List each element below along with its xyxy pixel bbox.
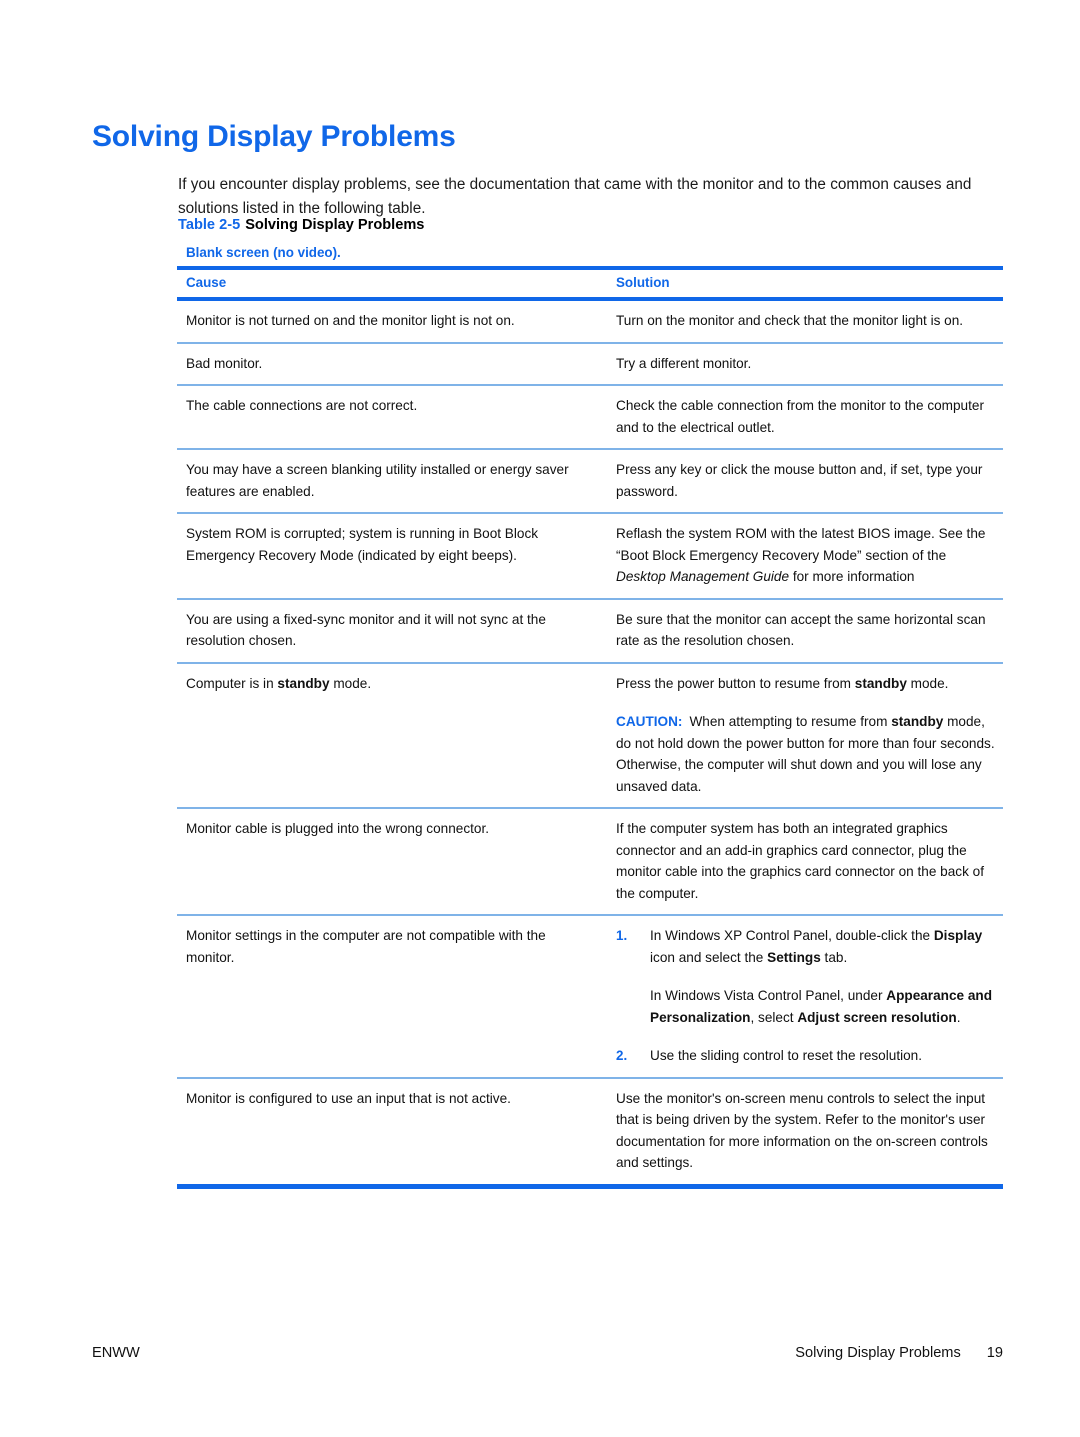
solution-text: Be sure that the monitor can accept the … bbox=[616, 611, 986, 649]
solution-steps-list: 1. In Windows XP Control Panel, double-c… bbox=[616, 925, 999, 1067]
solution-text: Check the cable connection from the moni… bbox=[616, 398, 984, 435]
step-text: In Windows Vista Control Panel, under Ap… bbox=[650, 985, 999, 1028]
cell-solution: Turn on the monitor and check that the m… bbox=[597, 301, 1003, 342]
footer-right: Solving Display Problems 19 bbox=[795, 1345, 1003, 1361]
table-caption: Table 2-5 Solving Display Problems bbox=[178, 217, 424, 233]
column-header-cause: Cause bbox=[186, 275, 227, 290]
solution-text-segment: mode. bbox=[906, 675, 949, 691]
cell-cause: Monitor is not turned on and the monitor… bbox=[177, 301, 597, 342]
solution-text-segment: for more information bbox=[789, 569, 915, 584]
caution-emphasis: standby bbox=[891, 714, 944, 729]
table-row: Monitor settings in the computer are not… bbox=[177, 916, 1003, 1077]
table-bottom-rule bbox=[177, 1183, 1003, 1189]
caution-note: CAUTION: When attempting to resume from s… bbox=[616, 711, 999, 797]
list-marker: 1. bbox=[616, 928, 628, 943]
cause-text: Computer is in standby mode. bbox=[186, 673, 583, 695]
solution-text: Use the monitor's on-screen menu control… bbox=[616, 1090, 988, 1171]
page-footer: ENWW Solving Display Problems 19 bbox=[92, 1345, 1003, 1361]
table-subtitle: Blank screen (no video). bbox=[186, 245, 341, 260]
step-text-segment: . bbox=[956, 1009, 961, 1025]
list-item-body: Use the sliding control to reset the res… bbox=[650, 1045, 999, 1067]
cause-text: System ROM is corrupted; system is runni… bbox=[186, 526, 539, 563]
caution-label: CAUTION: bbox=[616, 714, 683, 729]
footer-page-number: 19 bbox=[986, 1345, 1003, 1361]
solution-emphasis: standby bbox=[854, 675, 907, 691]
cell-solution: Be sure that the monitor can accept the … bbox=[597, 600, 1003, 662]
solution-text: Try a different monitor. bbox=[616, 355, 752, 371]
cause-text-segment: mode. bbox=[329, 675, 372, 691]
cell-solution: Reflash the system ROM with the latest B… bbox=[597, 514, 1003, 598]
cell-solution: Use the monitor's on-screen menu control… bbox=[597, 1079, 1003, 1184]
cell-cause: The cable connections are not correct. bbox=[177, 386, 597, 427]
display-problems-table: Blank screen (no video). Cause Solution … bbox=[177, 245, 1003, 1189]
cell-solution: Check the cable connection from the moni… bbox=[597, 386, 1003, 448]
cell-cause: You may have a screen blanking utility i… bbox=[177, 450, 597, 512]
cell-solution: Press any key or click the mouse button … bbox=[597, 450, 1003, 512]
solution-text: Reflash the system ROM with the latest B… bbox=[616, 523, 999, 588]
cell-solution: Press the power button to resume from st… bbox=[597, 664, 1003, 808]
cause-text: Monitor is configured to use an input th… bbox=[186, 1090, 511, 1106]
table-header-row: Cause Solution bbox=[177, 270, 1003, 297]
table-row: You are using a fixed-sync monitor and i… bbox=[177, 600, 1003, 662]
cause-text: You are using a fixed-sync monitor and i… bbox=[186, 611, 546, 649]
table-row: System ROM is corrupted; system is runni… bbox=[177, 514, 1003, 598]
solution-text-segment: Reflash the system ROM with the latest B… bbox=[616, 526, 986, 563]
cause-text: Monitor cable is plugged into the wrong … bbox=[186, 821, 490, 836]
cause-text: Monitor settings in the computer are not… bbox=[186, 928, 546, 965]
cell-cause: Computer is in standby mode. bbox=[177, 664, 597, 705]
cause-emphasis: standby bbox=[277, 675, 330, 691]
solution-text: If the computer system has both an integ… bbox=[616, 821, 985, 901]
footer-locale: ENWW bbox=[92, 1345, 140, 1361]
step-text-segment: , select bbox=[750, 1009, 798, 1025]
cell-cause: System ROM is corrupted; system is runni… bbox=[177, 514, 597, 576]
cell-solution: If the computer system has both an integ… bbox=[597, 809, 1003, 914]
list-item-body: In Windows XP Control Panel, double-clic… bbox=[650, 925, 999, 1028]
solution-text-segment: Press the power button to resume from bbox=[616, 675, 855, 691]
step-text: In Windows XP Control Panel, double-clic… bbox=[650, 925, 999, 968]
table-row: Monitor is not turned on and the monitor… bbox=[177, 301, 1003, 342]
step-text: Use the sliding control to reset the res… bbox=[650, 1048, 923, 1063]
table-row: The cable connections are not correct. C… bbox=[177, 386, 1003, 448]
cell-cause: Monitor settings in the computer are not… bbox=[177, 916, 597, 978]
list-item: 2. Use the sliding control to reset the … bbox=[616, 1045, 999, 1067]
cause-text: Bad monitor. bbox=[186, 355, 263, 371]
solution-text: Press any key or click the mouse button … bbox=[616, 462, 983, 499]
cell-cause: Monitor cable is plugged into the wrong … bbox=[177, 809, 597, 850]
step-text-segment: icon and select the bbox=[650, 949, 768, 965]
cause-text-segment: Computer is in bbox=[186, 675, 278, 691]
page-title: Solving Display Problems bbox=[92, 120, 456, 154]
table-caption-title: Solving Display Problems bbox=[245, 217, 425, 233]
step-emphasis: Adjust screen resolution bbox=[797, 1009, 957, 1025]
cell-solution: 1. In Windows XP Control Panel, double-c… bbox=[597, 916, 1003, 1077]
cell-cause: Monitor is configured to use an input th… bbox=[177, 1079, 597, 1120]
cause-text: Monitor is not turned on and the monitor… bbox=[186, 313, 515, 328]
document-page: Solving Display Problems If you encounte… bbox=[0, 0, 1080, 1437]
caution-text-segment: When attempting to resume from bbox=[689, 714, 892, 729]
step-emphasis: Settings bbox=[767, 949, 821, 965]
cell-solution: Try a different monitor. bbox=[597, 344, 1003, 385]
cell-cause: Bad monitor. bbox=[177, 344, 597, 385]
intro-paragraph: If you encounter display problems, see t… bbox=[178, 176, 972, 218]
table-row: Computer is in standby mode. Press the p… bbox=[177, 664, 1003, 808]
cause-text: The cable connections are not correct. bbox=[186, 398, 418, 413]
step-emphasis: Display bbox=[933, 928, 983, 943]
solution-text: Turn on the monitor and check that the m… bbox=[616, 313, 964, 328]
solution-text: Press the power button to resume from st… bbox=[616, 673, 999, 695]
step-text-segment: In Windows XP Control Panel, double-clic… bbox=[650, 928, 934, 943]
list-item: 1. In Windows XP Control Panel, double-c… bbox=[616, 925, 999, 1028]
step-text-segment: tab. bbox=[820, 949, 848, 965]
table-row: Monitor is configured to use an input th… bbox=[177, 1079, 1003, 1184]
table-row: Bad monitor. Try a different monitor. bbox=[177, 344, 1003, 385]
column-header-solution: Solution bbox=[616, 275, 670, 290]
solution-guide-title: Desktop Management Guide bbox=[616, 569, 790, 584]
table-row: You may have a screen blanking utility i… bbox=[177, 450, 1003, 512]
step-text-segment: In Windows Vista Control Panel, under bbox=[650, 988, 887, 1003]
list-marker: 2. bbox=[616, 1048, 628, 1063]
table-caption-number: Table 2-5 bbox=[178, 217, 241, 233]
cell-cause: You are using a fixed-sync monitor and i… bbox=[177, 600, 597, 662]
footer-section-title: Solving Display Problems bbox=[795, 1345, 961, 1361]
cause-text: You may have a screen blanking utility i… bbox=[186, 462, 569, 499]
table-row: Monitor cable is plugged into the wrong … bbox=[177, 809, 1003, 914]
